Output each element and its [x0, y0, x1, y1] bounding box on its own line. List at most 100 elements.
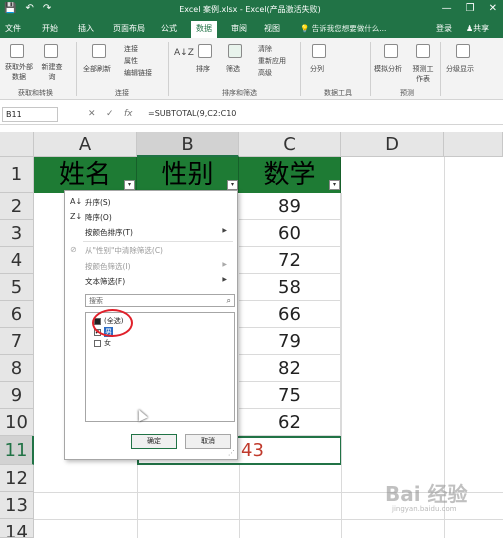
undo-icon[interactable]: ↶ — [25, 3, 33, 14]
formula-input[interactable]: =SUBTOTAL(9,C2:C10 — [148, 109, 236, 118]
column-header-d[interactable]: D — [341, 132, 444, 157]
tab-home[interactable]: 开始 — [42, 23, 58, 34]
math-cell[interactable]: 82 — [239, 355, 341, 382]
menu-item-sort-by-color[interactable]: 按颜色排序(T) ▶ — [85, 227, 233, 238]
filter-button[interactable]: 筛选 — [226, 64, 240, 74]
fx-icon[interactable]: fx — [124, 109, 133, 119]
resize-grip-icon[interactable]: ⋰ — [228, 449, 235, 457]
row-header-5[interactable]: 5 — [0, 274, 34, 301]
new-query-button[interactable]: 新建查询 — [40, 62, 64, 82]
filter-icon[interactable] — [228, 44, 242, 58]
cancel-icon[interactable]: ✕ — [88, 109, 96, 119]
menu-item-sort-desc[interactable]: 降序(O) — [85, 212, 112, 223]
enter-icon[interactable]: ✓ — [106, 109, 114, 119]
subtotal-cell[interactable]: 43 — [239, 436, 341, 465]
clear-button[interactable]: 清除 — [258, 44, 272, 54]
reapply-button[interactable]: 重新应用 — [258, 56, 286, 66]
name-box[interactable]: B11 — [2, 107, 58, 122]
row-header-9[interactable]: 9 — [0, 382, 34, 409]
row-header-2[interactable]: 2 — [0, 193, 34, 220]
row-header-14[interactable]: 14 — [0, 519, 34, 538]
gridline — [137, 465, 138, 538]
tab-insert[interactable]: 插入 — [78, 23, 94, 34]
list-item-female[interactable]: 女 — [94, 338, 111, 348]
outline-button[interactable]: 分级显示 — [446, 64, 474, 74]
column-header-e[interactable] — [444, 132, 503, 157]
split-columns-icon[interactable] — [312, 44, 326, 58]
row-header-13[interactable]: 13 — [0, 492, 34, 519]
header-cell-gender[interactable]: 性别 — [137, 157, 239, 193]
get-data-icon[interactable] — [10, 44, 24, 58]
forecast-sheet-icon[interactable] — [416, 44, 430, 58]
math-cell[interactable]: 62 — [239, 409, 341, 436]
header-cell-name[interactable]: 姓名 — [34, 157, 137, 193]
sort-icon[interactable] — [198, 44, 212, 58]
column-header-b[interactable]: B — [137, 132, 239, 157]
math-cell[interactable]: 66 — [239, 301, 341, 328]
split-columns-button[interactable]: 分列 — [310, 64, 324, 74]
search-placeholder: 搜索 — [89, 297, 103, 305]
tab-formulas[interactable]: 公式 — [161, 23, 177, 34]
refresh-all-button[interactable]: 全部刷新 — [83, 64, 111, 74]
row-header-7[interactable]: 7 — [0, 328, 34, 355]
row-header-6[interactable]: 6 — [0, 301, 34, 328]
menu-divider — [83, 241, 233, 242]
column-header-c[interactable]: C — [239, 132, 341, 157]
advanced-button[interactable]: 高级 — [258, 68, 272, 78]
math-cell[interactable]: 79 — [239, 328, 341, 355]
sort-button[interactable]: 排序 — [196, 64, 210, 74]
maximize-icon[interactable]: ❐ — [466, 3, 475, 14]
cancel-button[interactable]: 取消 — [185, 434, 231, 449]
sort-az-icon[interactable]: A↓Z — [174, 48, 194, 58]
what-if-button[interactable]: 模拟分析 — [374, 64, 402, 74]
menu-item-sort-asc[interactable]: 升序(S) — [85, 197, 111, 208]
connections-button[interactable]: 连接 — [124, 44, 138, 54]
menu-item-text-filter[interactable]: 文本筛选(F) ▶ — [85, 276, 233, 287]
tab-page-layout[interactable]: 页面布局 — [113, 23, 145, 34]
row-header-3[interactable]: 3 — [0, 220, 34, 247]
math-cell[interactable]: 75 — [239, 382, 341, 409]
redo-icon[interactable]: ↷ — [43, 3, 51, 14]
select-all-corner[interactable] — [0, 132, 34, 157]
forecast-sheet-button[interactable]: 预测工作表 — [410, 64, 436, 84]
get-data-button[interactable]: 获取外部数据 — [2, 62, 36, 82]
filter-dropdown-button-math[interactable]: ▾ — [329, 180, 340, 190]
tab-data[interactable]: 数据 — [191, 21, 217, 38]
tab-view[interactable]: 视图 — [264, 23, 280, 34]
window-controls: — ❐ ✕ — [442, 3, 497, 14]
tab-review[interactable]: 审阅 — [231, 23, 247, 34]
header-cell-math[interactable]: 数学 — [239, 157, 341, 193]
filter-dropdown-button-name[interactable]: ▾ — [124, 180, 135, 190]
refresh-all-icon[interactable] — [92, 44, 106, 58]
properties-button[interactable]: 属性 — [124, 56, 138, 66]
save-icon[interactable]: 💾 — [4, 3, 16, 14]
filter-dropdown-button-gender[interactable]: ▾ — [227, 180, 238, 190]
close-icon[interactable]: ✕ — [489, 3, 497, 14]
login-button[interactable]: 登录 — [436, 23, 452, 34]
tell-me-search[interactable]: 💡 告诉我您想要做什么... — [300, 23, 386, 34]
checkbox-female[interactable] — [94, 339, 101, 347]
edit-links-button[interactable]: 编辑链接 — [124, 68, 152, 78]
math-cell[interactable]: 72 — [239, 247, 341, 274]
math-cell[interactable]: 60 — [239, 220, 341, 247]
row-header-12[interactable]: 12 — [0, 465, 34, 492]
outline-icon[interactable] — [456, 44, 470, 58]
row-header-4[interactable]: 4 — [0, 247, 34, 274]
share-button[interactable]: ♟共享 — [466, 23, 489, 34]
minimize-icon[interactable]: — — [442, 3, 452, 14]
gridline — [239, 465, 240, 538]
row-header-8[interactable]: 8 — [0, 355, 34, 382]
ok-button[interactable]: 确定 — [131, 434, 177, 449]
row-header-10[interactable]: 10 — [0, 409, 34, 436]
math-cell[interactable]: 58 — [239, 274, 341, 301]
column-header-a[interactable]: A — [34, 132, 137, 157]
row-header-11[interactable]: 11 — [0, 436, 34, 465]
filter-search-input[interactable]: 搜索 ⌕ — [85, 294, 235, 307]
share-label: 共享 — [473, 24, 490, 33]
tab-file[interactable]: 文件 — [5, 23, 21, 34]
math-cell[interactable]: 89 — [239, 193, 341, 220]
what-if-icon[interactable] — [384, 44, 398, 58]
new-query-icon[interactable] — [44, 44, 58, 58]
row-header-1[interactable]: 1 — [0, 157, 34, 193]
header-math-label: 数学 — [263, 160, 316, 190]
